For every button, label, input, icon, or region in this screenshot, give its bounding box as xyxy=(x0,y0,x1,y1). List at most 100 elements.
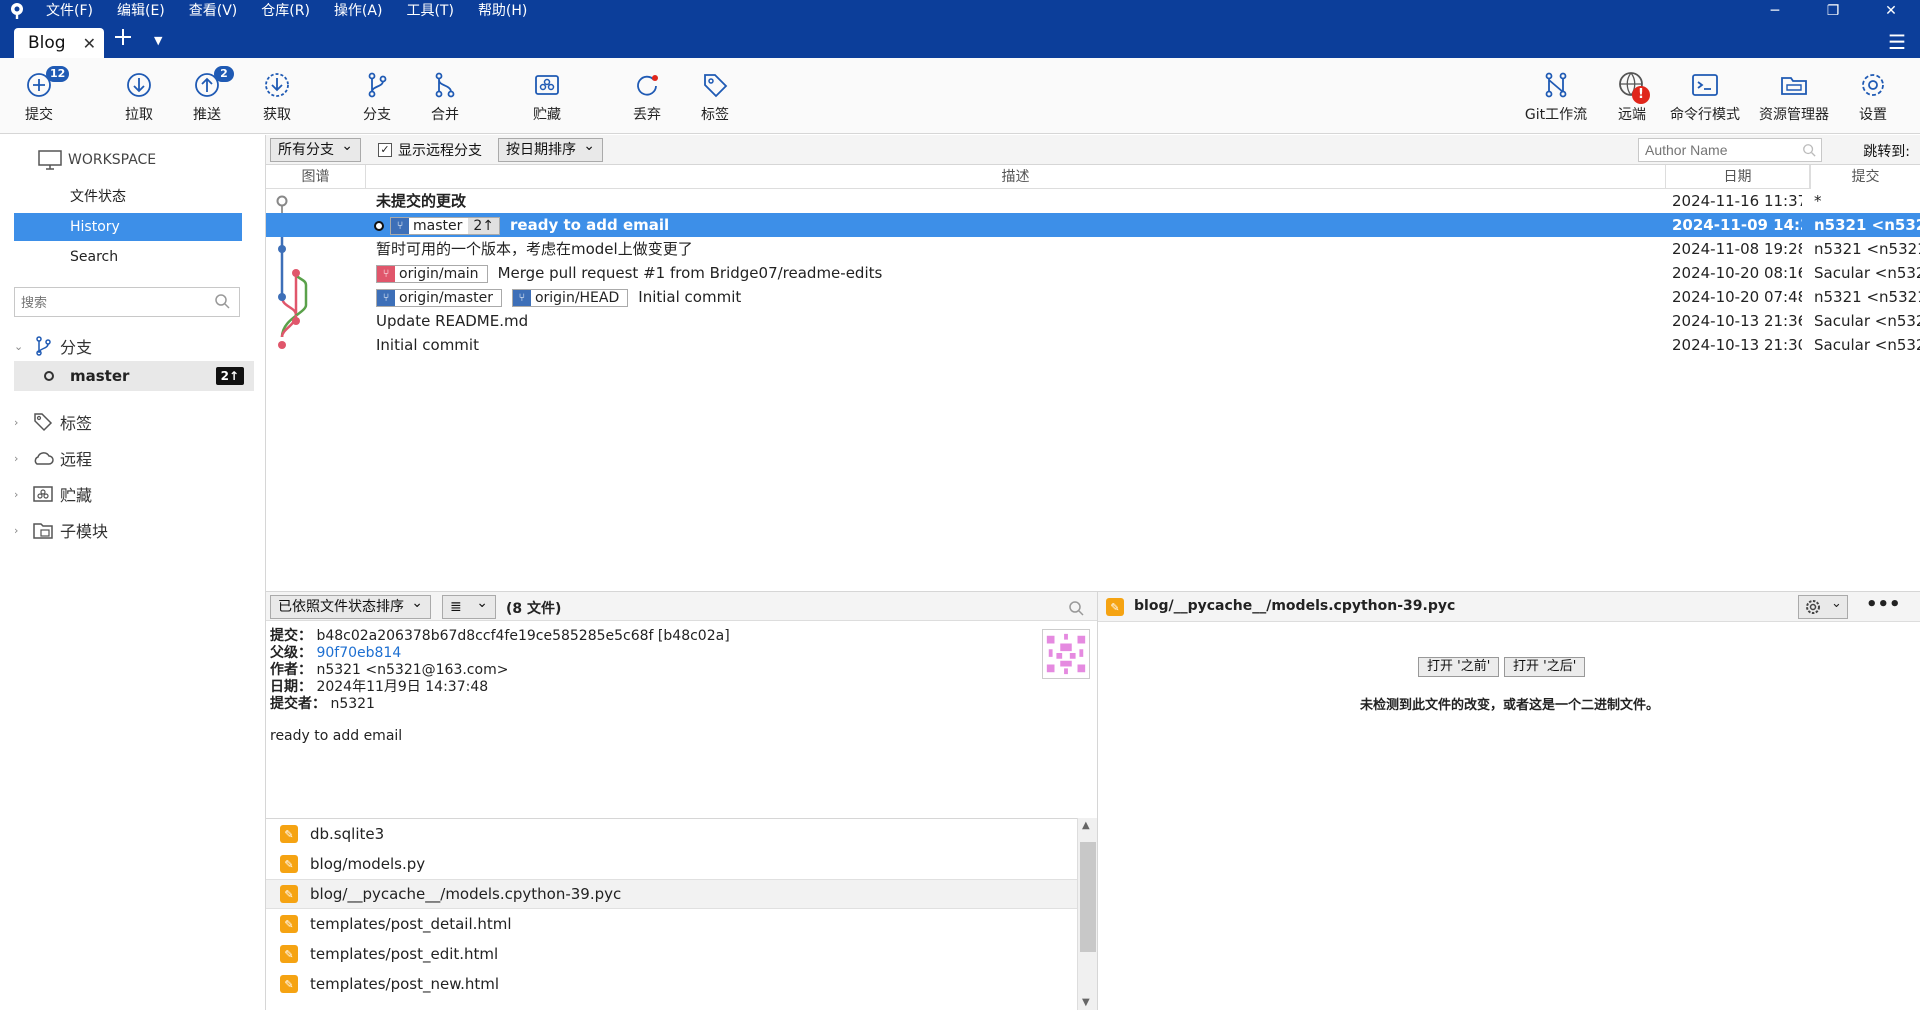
search-icon[interactable] xyxy=(1068,600,1084,616)
list-item[interactable]: ✎ templates/post_detail.html xyxy=(266,909,1077,939)
discard-button[interactable]: 丢弃 xyxy=(626,58,668,134)
sidebar-search-input[interactable] xyxy=(14,287,240,317)
explorer-button[interactable]: 资源管理器 xyxy=(1756,58,1832,134)
column-date[interactable]: 日期 xyxy=(1666,165,1810,189)
history-row[interactable]: 暂时可用的一个版本，考虑在model上做变更了 2024-11-08 19:28… xyxy=(266,237,1920,261)
menu-help[interactable]: 帮助(H) xyxy=(466,0,539,22)
list-item[interactable]: ✎ templates/post_edit.html xyxy=(266,939,1077,969)
history-header: 图谱 描述 日期 作者 xyxy=(266,165,1920,189)
new-tab-icon[interactable] xyxy=(112,26,134,52)
terminal-button[interactable]: 命令行模式 xyxy=(1668,58,1742,134)
list-item-selected[interactable]: ✎ blog/__pycache__/models.cpython-39.pyc xyxy=(266,879,1077,909)
ref-label-origin-master[interactable]: ⑂ origin/master xyxy=(376,288,502,307)
merge-button[interactable]: 合并 xyxy=(424,58,466,134)
pull-button[interactable]: 拉取 xyxy=(118,58,160,134)
terminal-icon xyxy=(1692,74,1718,96)
menu-edit[interactable]: 编辑(E) xyxy=(105,0,177,22)
history-row[interactable]: ⑂ origin/master ⑂ origin/HEAD Initial commit… xyxy=(266,285,1920,309)
tab-close-icon[interactable]: ✕ xyxy=(83,34,96,53)
sidebar-section-stashes[interactable]: › 贮藏 xyxy=(14,479,254,509)
row-author: n5321 <n5321@ xyxy=(1814,216,1920,234)
tag-button[interactable]: 标签 xyxy=(694,58,736,134)
ref-label-master[interactable]: ⑂ master 2↑ xyxy=(390,216,501,235)
view-mode-dropdown[interactable]: ≣ xyxy=(442,592,496,619)
open-after-button[interactable]: 打开 '之后' xyxy=(1504,657,1586,677)
sidebar-section-tags[interactable]: › 标签 xyxy=(14,407,254,437)
close-window-button[interactable]: ✕ xyxy=(1862,0,1920,22)
sidebar-item-file-status[interactable]: 文件状态 xyxy=(14,183,242,211)
sidebar-section-branches[interactable]: ⌄ 分支 xyxy=(14,331,254,361)
settings-label: 设置 xyxy=(1859,107,1887,123)
gear-icon xyxy=(1862,74,1884,96)
sidebar-branch-master[interactable]: master 2↑ xyxy=(14,361,254,391)
ref-label-origin-head[interactable]: ⑂ origin/HEAD xyxy=(511,288,629,307)
fetch-button[interactable]: 获取 xyxy=(256,58,298,134)
menu-tools[interactable]: 工具(T) xyxy=(394,0,465,22)
history-row[interactable]: Update README.md 2024-10-13 21:36 Sacula… xyxy=(266,309,1920,333)
hamburger-menu-icon[interactable]: ☰ xyxy=(1888,30,1906,54)
parent-link[interactable]: 90f70eb814 xyxy=(316,645,401,661)
stash-button[interactable]: 贮藏 xyxy=(524,58,570,134)
sort-order-dropdown[interactable]: 按日期排序 xyxy=(498,135,603,162)
list-item[interactable]: ✎ db.sqlite3 xyxy=(266,819,1077,849)
column-graph[interactable]: 图谱 xyxy=(266,165,366,189)
scroll-up-icon[interactable]: ▲ xyxy=(1082,820,1090,831)
menu-actions[interactable]: 操作(A) xyxy=(322,0,395,22)
jump-to-label[interactable]: 跳转到: xyxy=(1863,141,1910,161)
file-list-scrollbar[interactable]: ▲ ▼ xyxy=(1077,818,1097,1010)
chevron-down-icon: ⌄ xyxy=(14,339,24,353)
show-remote-checkbox[interactable]: ✓ xyxy=(378,143,392,157)
scroll-down-icon[interactable]: ▼ xyxy=(1082,997,1090,1008)
pull-icon xyxy=(127,73,151,97)
commit-info: 提交： b48c02a206378b67d8ccf4fe19ce585285e5… xyxy=(270,628,730,713)
menu-repository[interactable]: 仓库(R) xyxy=(249,0,322,22)
open-before-button[interactable]: 打开 '之前' xyxy=(1418,657,1500,677)
details-toolbar: 已依照文件状态排序 ≣ (8 文件) xyxy=(266,591,1097,621)
menu-view[interactable]: 查看(V) xyxy=(177,0,250,22)
git-flow-button[interactable]: Git工作流 xyxy=(1518,58,1594,134)
restore-button[interactable]: ❐ xyxy=(1804,0,1862,22)
list-item[interactable]: ✎ templates/post_new.html xyxy=(266,969,1077,999)
row-author: Sacular <n5321@ xyxy=(1814,312,1920,330)
git-flow-label: Git工作流 xyxy=(1524,107,1588,123)
history-row[interactable]: ⑂ origin/main Merge pull request #1 from B… xyxy=(266,261,1920,285)
tags-label: 标签 xyxy=(60,414,93,433)
pull-label: 拉取 xyxy=(125,107,153,123)
chevron-right-icon: › xyxy=(14,487,19,501)
branch-filter-dropdown[interactable]: 所有分支 xyxy=(270,135,361,162)
fetch-icon xyxy=(265,73,289,97)
ref-label-origin-main[interactable]: ⑂ origin/main xyxy=(376,264,488,283)
menu-file[interactable]: 文件(F) xyxy=(34,0,105,22)
file-sort-dropdown[interactable]: 已依照文件状态排序 xyxy=(270,592,431,619)
chevron-right-icon: › xyxy=(14,451,19,465)
stash-label: 贮藏 xyxy=(533,107,561,123)
chevron-down-icon: ⌄ xyxy=(1831,596,1842,611)
sidebar-section-submodules[interactable]: › 子模块 xyxy=(14,515,254,545)
branch-button[interactable]: 分支 xyxy=(356,58,398,134)
tab-blog[interactable]: Blog ✕ xyxy=(14,28,104,58)
history-row-selected[interactable]: ⑂ master 2↑ ready to add email 2024-11-09 1… xyxy=(266,213,1920,237)
list-item[interactable]: ✎ blog/models.py xyxy=(266,849,1077,879)
row-author: * xyxy=(1814,192,1822,210)
tab-list-chevron-icon[interactable]: ▼ xyxy=(154,34,162,47)
sidebar-item-search[interactable]: Search xyxy=(14,243,242,271)
history-row[interactable]: Initial commit 2024-10-13 21:30 Sacular … xyxy=(266,333,1920,357)
more-options-icon[interactable]: ••• xyxy=(1866,594,1901,615)
settings-button[interactable]: 设置 xyxy=(1852,58,1894,134)
diff-header: ✎ blog/__pycache__/models.cpython-39.pyc… xyxy=(1098,592,1920,622)
column-description[interactable]: 描述 xyxy=(366,165,1666,189)
sidebar-item-history[interactable]: History xyxy=(14,213,242,241)
history-table: 图谱 描述 日期 作者 未提交的更改 2024-11-16 11:37 * * … xyxy=(266,165,1920,590)
commit-label: 提交 xyxy=(25,107,53,123)
history-row-uncommitted[interactable]: 未提交的更改 2024-11-16 11:37 * * xyxy=(266,189,1920,213)
column-commit[interactable]: 提交 xyxy=(1810,165,1920,189)
diff-options-dropdown[interactable]: ⌄ xyxy=(1798,595,1848,619)
remote-label: 远端 xyxy=(1618,107,1646,123)
scrollbar-thumb[interactable] xyxy=(1080,842,1096,952)
stash-icon xyxy=(535,75,559,95)
sidebar-section-remotes[interactable]: › 远程 xyxy=(14,443,254,473)
row-description: ⑂ origin/main Merge pull request #1 from B… xyxy=(376,261,1656,285)
minimize-button[interactable]: ─ xyxy=(1746,0,1804,22)
submodules-label: 子模块 xyxy=(60,522,109,541)
author-search-input[interactable] xyxy=(1638,138,1822,162)
